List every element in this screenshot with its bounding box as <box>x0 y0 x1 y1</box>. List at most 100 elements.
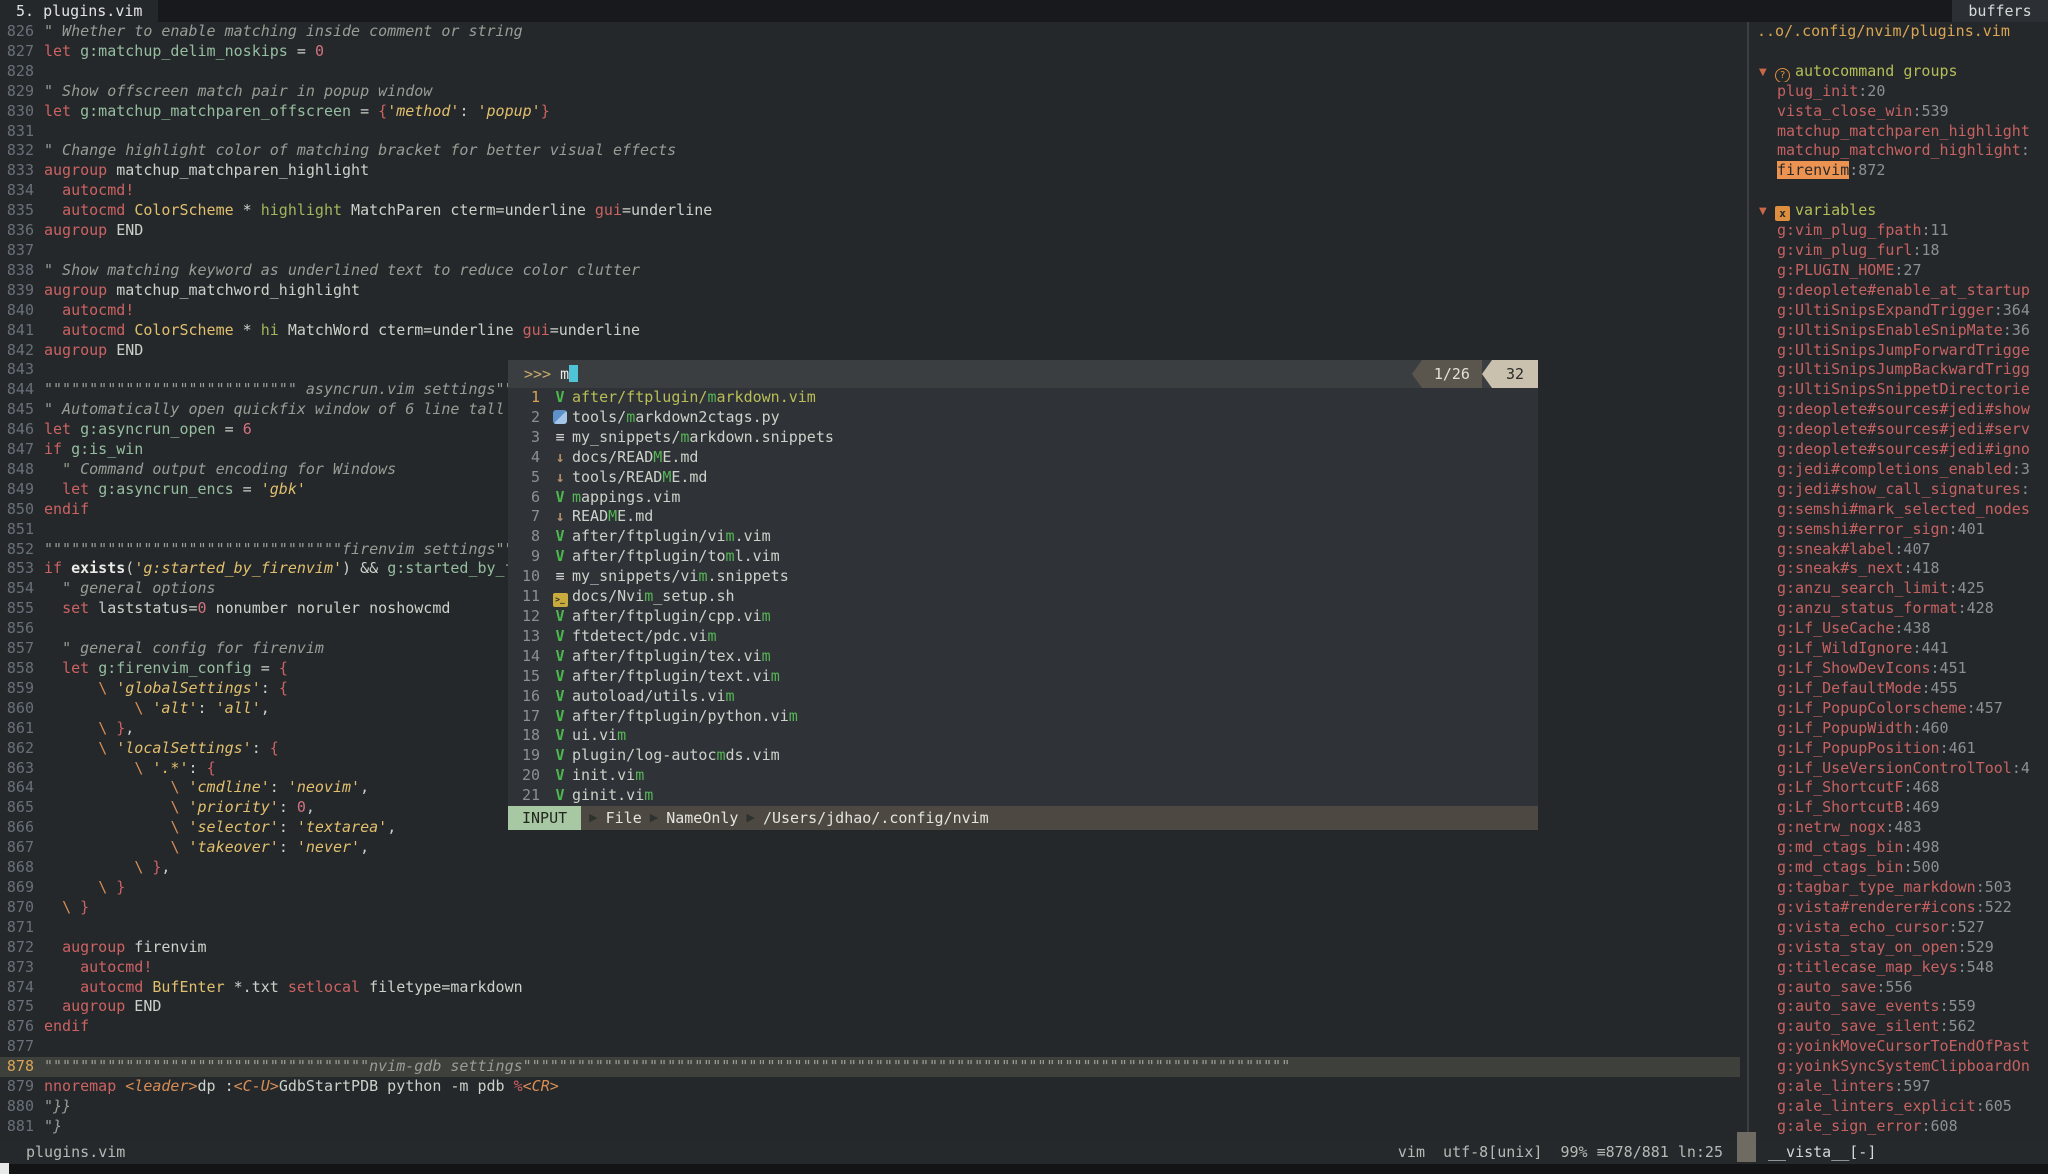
code-line[interactable]: 836augroup END <box>0 221 1740 241</box>
vista-tag-row[interactable]: g:Lf_ShowDevIcons:451 <box>1749 659 2048 679</box>
file-result-row[interactable]: 14Vafter/ftplugin/tex.vim <box>508 647 1538 667</box>
file-result-row[interactable]: 5↓tools/README.md <box>508 468 1538 488</box>
vista-tag-row[interactable]: g:vim_plug_fpath:11 <box>1749 221 2048 241</box>
command-line[interactable] <box>0 1164 2048 1174</box>
file-result-row[interactable]: 8Vafter/ftplugin/vim.vim <box>508 527 1538 547</box>
vista-section-header[interactable]: ▼?autocommand groups <box>1749 62 2048 82</box>
vista-tag-row[interactable]: g:jedi#completions_enabled:3 <box>1749 460 2048 480</box>
vista-tag-row[interactable]: g:semshi#error_sign:401 <box>1749 520 2048 540</box>
vista-tag-row[interactable]: g:md_ctags_bin:498 <box>1749 838 2048 858</box>
vista-tag-row[interactable]: g:ale_linters:597 <box>1749 1077 2048 1097</box>
vista-tag-row[interactable]: g:vim_plug_furl:18 <box>1749 241 2048 261</box>
fold-arrow-icon[interactable]: ▼ <box>1759 63 1775 82</box>
file-result-row[interactable]: 20Vinit.vim <box>508 766 1538 786</box>
code-line[interactable]: 867 \ 'takeover': 'never', <box>0 838 1740 858</box>
vista-tag-row[interactable]: matchup_matchword_highlight: <box>1749 141 2048 161</box>
vista-tag-row[interactable]: vista_close_win:539 <box>1749 102 2048 122</box>
file-result-row[interactable]: 6Vmappings.vim <box>508 488 1538 508</box>
code-line[interactable]: 835 autocmd ColorScheme * highlight Matc… <box>0 201 1740 221</box>
vista-tag-row[interactable]: g:titlecase_map_keys:548 <box>1749 958 2048 978</box>
code-line[interactable]: 834 autocmd! <box>0 181 1740 201</box>
code-line[interactable]: 877 <box>0 1037 1740 1057</box>
vista-tag-row[interactable]: g:vista#renderer#icons:522 <box>1749 898 2048 918</box>
file-result-row[interactable]: 7↓README.md <box>508 507 1538 527</box>
vista-tag-row[interactable]: g:auto_save:556 <box>1749 978 2048 998</box>
vista-tag-row[interactable]: g:tagbar_type_markdown:503 <box>1749 878 2048 898</box>
tab-plugins-vim[interactable]: 5. plugins.vim <box>0 0 158 22</box>
vista-tag-row[interactable]: g:Lf_WildIgnore:441 <box>1749 639 2048 659</box>
vista-tag-row[interactable]: g:auto_save_events:559 <box>1749 997 2048 1017</box>
code-line[interactable]: 872 augroup firenvim <box>0 938 1740 958</box>
vista-tag-row[interactable]: g:ale_linters_explicit:605 <box>1749 1097 2048 1117</box>
file-result-row[interactable]: 15Vafter/ftplugin/text.vim <box>508 667 1538 687</box>
file-result-row[interactable]: 19Vplugin/log-autocmds.vim <box>508 746 1538 766</box>
code-line[interactable]: 832" Change highlight color of matching … <box>0 141 1740 161</box>
vista-tag-row[interactable]: g:deoplete#sources#jedi#show <box>1749 400 2048 420</box>
leaderf-input-bar[interactable]: >>>m 1/26 32 <box>508 360 1538 388</box>
code-line[interactable]: 869 \ } <box>0 878 1740 898</box>
vista-tag-row[interactable]: g:netrw_nogx:483 <box>1749 818 2048 838</box>
file-result-row[interactable]: 2tools/markdown2ctags.py <box>508 408 1538 428</box>
code-line[interactable]: 874 autocmd BufEnter *.txt setlocal file… <box>0 978 1740 998</box>
vista-tag-row[interactable]: g:UltiSnipsSnippetDirectorie <box>1749 380 2048 400</box>
vista-tag-row[interactable]: g:jedi#show_call_signatures: <box>1749 480 2048 500</box>
vista-tag-row[interactable]: g:Lf_PopupColorscheme:457 <box>1749 699 2048 719</box>
vista-tag-row[interactable]: g:UltiSnipsExpandTrigger:364 <box>1749 301 2048 321</box>
file-result-row[interactable]: 9Vafter/ftplugin/toml.vim <box>508 547 1538 567</box>
vista-tag-row[interactable]: g:yoinkSyncSystemClipboardOn <box>1749 1057 2048 1077</box>
code-line[interactable]: 878""""""""""""""""""""""""""""""""""""n… <box>0 1057 1740 1077</box>
vista-tag-row[interactable]: matchup_matchparen_highlight <box>1749 122 2048 142</box>
vista-tag-row[interactable]: g:anzu_status_format:428 <box>1749 599 2048 619</box>
file-result-row[interactable]: 13Vftdetect/pdc.vim <box>508 627 1538 647</box>
file-result-row[interactable]: 17Vafter/ftplugin/python.vim <box>508 707 1538 727</box>
code-line[interactable]: 827let g:matchup_delim_noskips = 0 <box>0 42 1740 62</box>
vista-tag-row[interactable]: g:yoinkMoveCursorToEndOfPast <box>1749 1037 2048 1057</box>
vista-tag-row[interactable]: g:deoplete#sources#jedi#serv <box>1749 420 2048 440</box>
vista-tag-row[interactable]: g:sneak#label:407 <box>1749 540 2048 560</box>
file-result-row[interactable]: 12Vafter/ftplugin/cpp.vim <box>508 607 1538 627</box>
code-line[interactable]: 841 autocmd ColorScheme * hi MatchWord c… <box>0 321 1740 341</box>
code-line[interactable]: 875 augroup END <box>0 997 1740 1017</box>
code-line[interactable]: 879nnoremap <leader>dp :<C-U>GdbStartPDB… <box>0 1077 1740 1097</box>
vista-tag-row[interactable]: g:UltiSnipsJumpBackwardTrigg <box>1749 360 2048 380</box>
file-result-row[interactable]: 4↓docs/README.md <box>508 448 1538 468</box>
code-line[interactable]: 871 <box>0 918 1740 938</box>
file-result-row[interactable]: 16Vautoload/utils.vim <box>508 687 1538 707</box>
code-line[interactable]: 831 <box>0 122 1740 142</box>
file-result-row[interactable]: 21Vginit.vim <box>508 786 1538 806</box>
vista-tag-row[interactable]: g:md_ctags_bin:500 <box>1749 858 2048 878</box>
file-result-row[interactable]: 11>_docs/Nvim_setup.sh <box>508 587 1538 607</box>
vista-tag-row[interactable]: g:Lf_ShortcutB:469 <box>1749 798 2048 818</box>
code-line[interactable]: 873 autocmd! <box>0 958 1740 978</box>
vista-tag-row[interactable]: g:auto_save_silent:562 <box>1749 1017 2048 1037</box>
file-result-row[interactable]: 1Vafter/ftplugin/markdown.vim <box>508 388 1538 408</box>
vista-tag-row[interactable]: g:Lf_ShortcutF:468 <box>1749 778 2048 798</box>
code-line[interactable]: 829" Show offscreen match pair in popup … <box>0 82 1740 102</box>
code-line[interactable]: 880"}} <box>0 1097 1740 1117</box>
code-line[interactable]: 868 \ }, <box>0 858 1740 878</box>
vista-tag-row[interactable]: g:vista_stay_on_open:529 <box>1749 938 2048 958</box>
file-result-row[interactable]: 3≡my_snippets/markdown.snippets <box>508 428 1538 448</box>
search-input[interactable]: m <box>560 365 569 383</box>
code-line[interactable]: 876endif <box>0 1017 1740 1037</box>
vista-tag-row[interactable]: g:ale_sign_error:608 <box>1749 1117 2048 1137</box>
vista-section-header[interactable]: ▼xvariables <box>1749 201 2048 221</box>
code-line[interactable]: 870 \ } <box>0 898 1740 918</box>
code-line[interactable]: 833augroup matchup_matchparen_highlight <box>0 161 1740 181</box>
code-line[interactable]: 830let g:matchup_matchparen_offscreen = … <box>0 102 1740 122</box>
scrollbar-thumb[interactable] <box>1737 1132 1756 1162</box>
code-line[interactable]: 840 autocmd! <box>0 301 1740 321</box>
vista-tag-row[interactable]: g:Lf_PopupPosition:461 <box>1749 739 2048 759</box>
fold-arrow-icon[interactable]: ▼ <box>1759 202 1775 221</box>
vista-tag-row[interactable]: g:Lf_UseCache:438 <box>1749 619 2048 639</box>
code-line[interactable]: 842augroup END <box>0 341 1740 361</box>
code-line[interactable]: 837 <box>0 241 1740 261</box>
vista-tag-row[interactable]: firenvim:872 <box>1749 161 2048 181</box>
vista-tag-row[interactable]: g:Lf_UseVersionControlTool:4 <box>1749 759 2048 779</box>
file-result-row[interactable]: 18Vui.vim <box>508 726 1538 746</box>
file-result-row[interactable]: 10≡my_snippets/vim.snippets <box>508 567 1538 587</box>
vista-tag-row[interactable]: g:deoplete#enable_at_startup <box>1749 281 2048 301</box>
vista-tag-row[interactable]: g:vista_echo_cursor:527 <box>1749 918 2048 938</box>
vista-tag-row[interactable]: plug_init:20 <box>1749 82 2048 102</box>
vista-tag-row[interactable]: g:UltiSnipsEnableSnipMate:36 <box>1749 321 2048 341</box>
